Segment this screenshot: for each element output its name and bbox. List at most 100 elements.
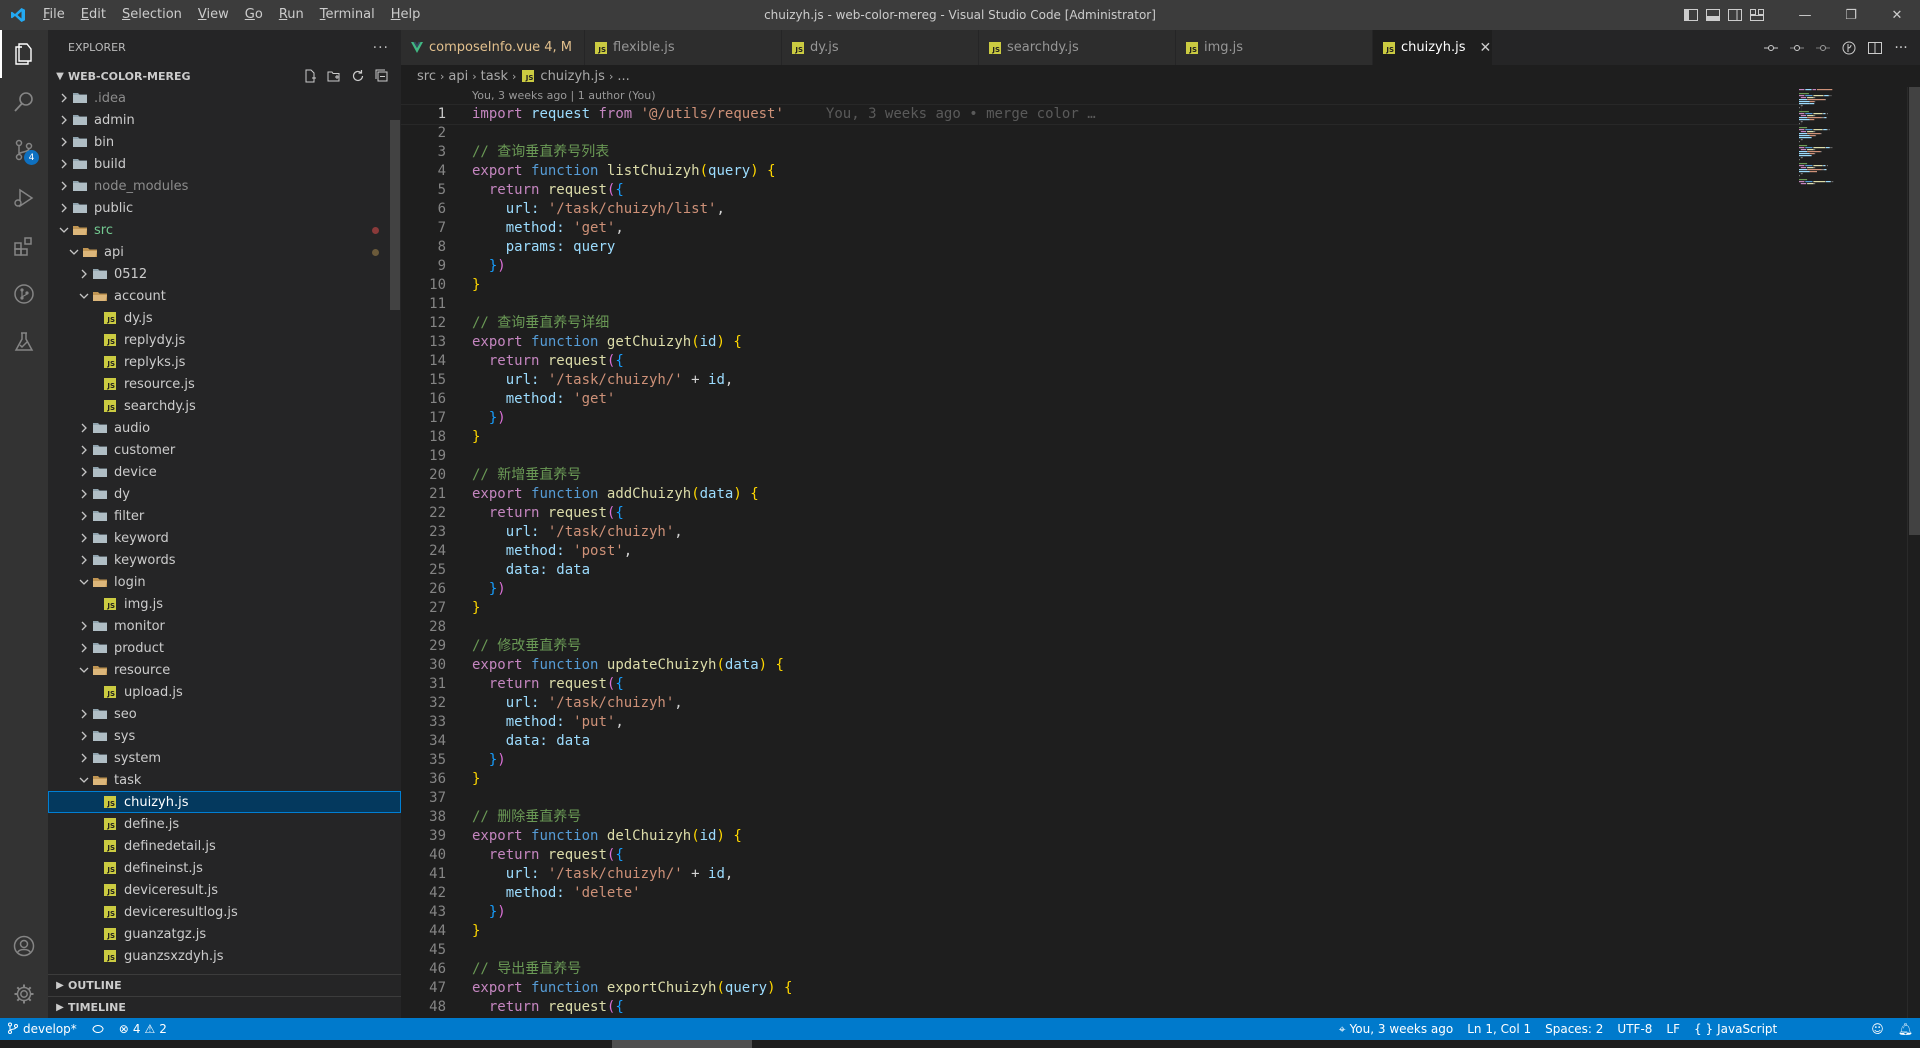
tree-folder[interactable]: monitor [48, 615, 401, 637]
explorer-icon[interactable] [0, 30, 48, 78]
tree-folder[interactable]: login [48, 571, 401, 593]
tree-file[interactable]: JS deviceresultlog.js [48, 901, 401, 923]
tree-folder[interactable]: system [48, 747, 401, 769]
tree-folder[interactable]: seo [48, 703, 401, 725]
cursor-position[interactable]: Ln 1, Col 1 [1460, 1018, 1538, 1040]
git-blame-status[interactable]: ⌖ You, 3 weeks ago [1332, 1018, 1460, 1040]
problems-status[interactable]: ⊗ 4 ⚠ 2 [112, 1018, 174, 1040]
tree-folder[interactable]: admin [48, 109, 401, 131]
tree-folder[interactable]: keywords [48, 549, 401, 571]
code-editor[interactable]: You, 3 weeks ago | 1 author (You) 1 impor… [401, 87, 1920, 1018]
previous-change-icon[interactable] [1786, 37, 1808, 59]
close-window-icon[interactable]: ✕ [1874, 0, 1920, 30]
menu-terminal[interactable]: Terminal [312, 0, 383, 30]
toggle-sidebar-icon[interactable] [1680, 0, 1702, 30]
tree-folder[interactable]: sys [48, 725, 401, 747]
new-folder-icon[interactable] [325, 67, 343, 85]
tree-file[interactable]: JS defineinst.js [48, 857, 401, 879]
sync-icon[interactable] [84, 1018, 112, 1040]
tree-file[interactable]: JS replyks.js [48, 351, 401, 373]
editor-tab[interactable]: JS flexible.js [585, 30, 782, 65]
tree-folder[interactable]: src [48, 219, 401, 241]
editor-tab[interactable]: JS chuizyh.js ✕ [1373, 30, 1493, 65]
tree-folder[interactable]: build [48, 153, 401, 175]
menu-go[interactable]: Go [237, 0, 271, 30]
tree-file[interactable]: JS upload.js [48, 681, 401, 703]
more-actions-icon[interactable]: ··· [1890, 37, 1912, 59]
more-actions-button[interactable]: ··· [373, 40, 389, 56]
tree-file[interactable]: JS resource.js [48, 373, 401, 395]
feedback-icon[interactable]: ☺ [1864, 1018, 1891, 1040]
codelens-blame[interactable]: You, 3 weeks ago | 1 author (You) [472, 87, 656, 104]
tree-folder[interactable]: bin [48, 131, 401, 153]
tree-folder[interactable]: keyword [48, 527, 401, 549]
tree-folder[interactable]: account [48, 285, 401, 307]
editor-tab[interactable]: JS dy.js [782, 30, 979, 65]
indentation[interactable]: Spaces: 2 [1538, 1018, 1610, 1040]
tree-folder[interactable]: dy [48, 483, 401, 505]
extensions-icon[interactable] [0, 222, 48, 270]
tree-file[interactable]: JS dy.js [48, 307, 401, 329]
breadcrumb-item[interactable]: ... [617, 69, 629, 84]
collapse-all-icon[interactable] [373, 67, 391, 85]
tree-file[interactable]: JS searchdy.js [48, 395, 401, 417]
breadcrumb-item[interactable]: src [417, 69, 436, 84]
editor-scrollbar-thumb[interactable] [1909, 87, 1920, 535]
menu-view[interactable]: View [190, 0, 237, 30]
split-editor-icon[interactable] [1864, 37, 1886, 59]
outline-section[interactable]: ▶ OUTLINE [48, 974, 401, 996]
branch-status[interactable]: develop* [0, 1018, 84, 1040]
tree-folder[interactable]: task [48, 769, 401, 791]
new-file-icon[interactable] [301, 67, 319, 85]
menu-selection[interactable]: Selection [114, 0, 190, 30]
tree-folder[interactable]: device [48, 461, 401, 483]
horizontal-scroll-thumb[interactable] [612, 1040, 752, 1048]
accounts-icon[interactable] [0, 922, 48, 970]
customize-layout-icon[interactable] [1746, 0, 1768, 30]
close-tab-icon[interactable]: ✕ [1480, 40, 1492, 56]
tree-file[interactable]: JS chuizyh.js [48, 791, 401, 813]
tree-folder[interactable]: filter [48, 505, 401, 527]
editor-scrollbar[interactable] [1907, 87, 1920, 1018]
open-changes-icon[interactable] [1838, 37, 1860, 59]
workspace-header[interactable]: ▼ WEB-COLOR-MEREG [48, 65, 401, 87]
tree-file[interactable]: JS img.js [48, 593, 401, 615]
breadcrumb-item[interactable]: task [481, 69, 508, 84]
tree-file[interactable]: JS guanzsxzdyh.js [48, 945, 401, 967]
notifications-bell-icon[interactable]: 🔔︎ [1891, 1018, 1920, 1040]
restore-icon[interactable]: ❐ [1828, 0, 1874, 30]
tree-folder[interactable]: node_modules [48, 175, 401, 197]
testing-icon[interactable] [0, 318, 48, 366]
menu-run[interactable]: Run [271, 0, 312, 30]
minimize-icon[interactable]: — [1782, 0, 1828, 30]
tree-folder[interactable]: customer [48, 439, 401, 461]
search-icon[interactable] [0, 78, 48, 126]
tree-folder[interactable]: api [48, 241, 401, 263]
breadcrumb-item[interactable]: chuizyh.js [540, 69, 605, 84]
git-graph-icon[interactable] [0, 270, 48, 318]
manage-gear-icon[interactable] [0, 970, 48, 1018]
language-mode[interactable]: { } JavaScript [1687, 1018, 1784, 1040]
menu-file[interactable]: File [35, 0, 73, 30]
sidebar-scrollbar[interactable] [390, 120, 400, 310]
run-debug-icon[interactable] [0, 174, 48, 222]
tree-folder[interactable]: resource [48, 659, 401, 681]
editor-tab[interactable]: JS img.js [1176, 30, 1373, 65]
tree-folder[interactable]: audio [48, 417, 401, 439]
git-compare-icon[interactable] [1760, 37, 1782, 59]
editor-tab[interactable]: JS searchdy.js [979, 30, 1176, 65]
editor-tab[interactable]: composeInfo.vue 4, M [401, 30, 585, 65]
tree-file[interactable]: JS guanzatgz.js [48, 923, 401, 945]
tree-folder[interactable]: .idea [48, 87, 401, 109]
go-live-status[interactable] [1784, 1018, 1864, 1040]
breadcrumb-item[interactable]: api [448, 69, 468, 84]
tree-file[interactable]: JS deviceresult.js [48, 879, 401, 901]
tree-folder[interactable]: product [48, 637, 401, 659]
toggle-secondary-sidebar-icon[interactable] [1724, 0, 1746, 30]
menu-edit[interactable]: Edit [73, 0, 114, 30]
end-of-line[interactable]: LF [1659, 1018, 1687, 1040]
tree-file[interactable]: JS definedetail.js [48, 835, 401, 857]
tree-file[interactable]: JS replydy.js [48, 329, 401, 351]
menu-help[interactable]: Help [383, 0, 429, 30]
refresh-icon[interactable] [349, 67, 367, 85]
